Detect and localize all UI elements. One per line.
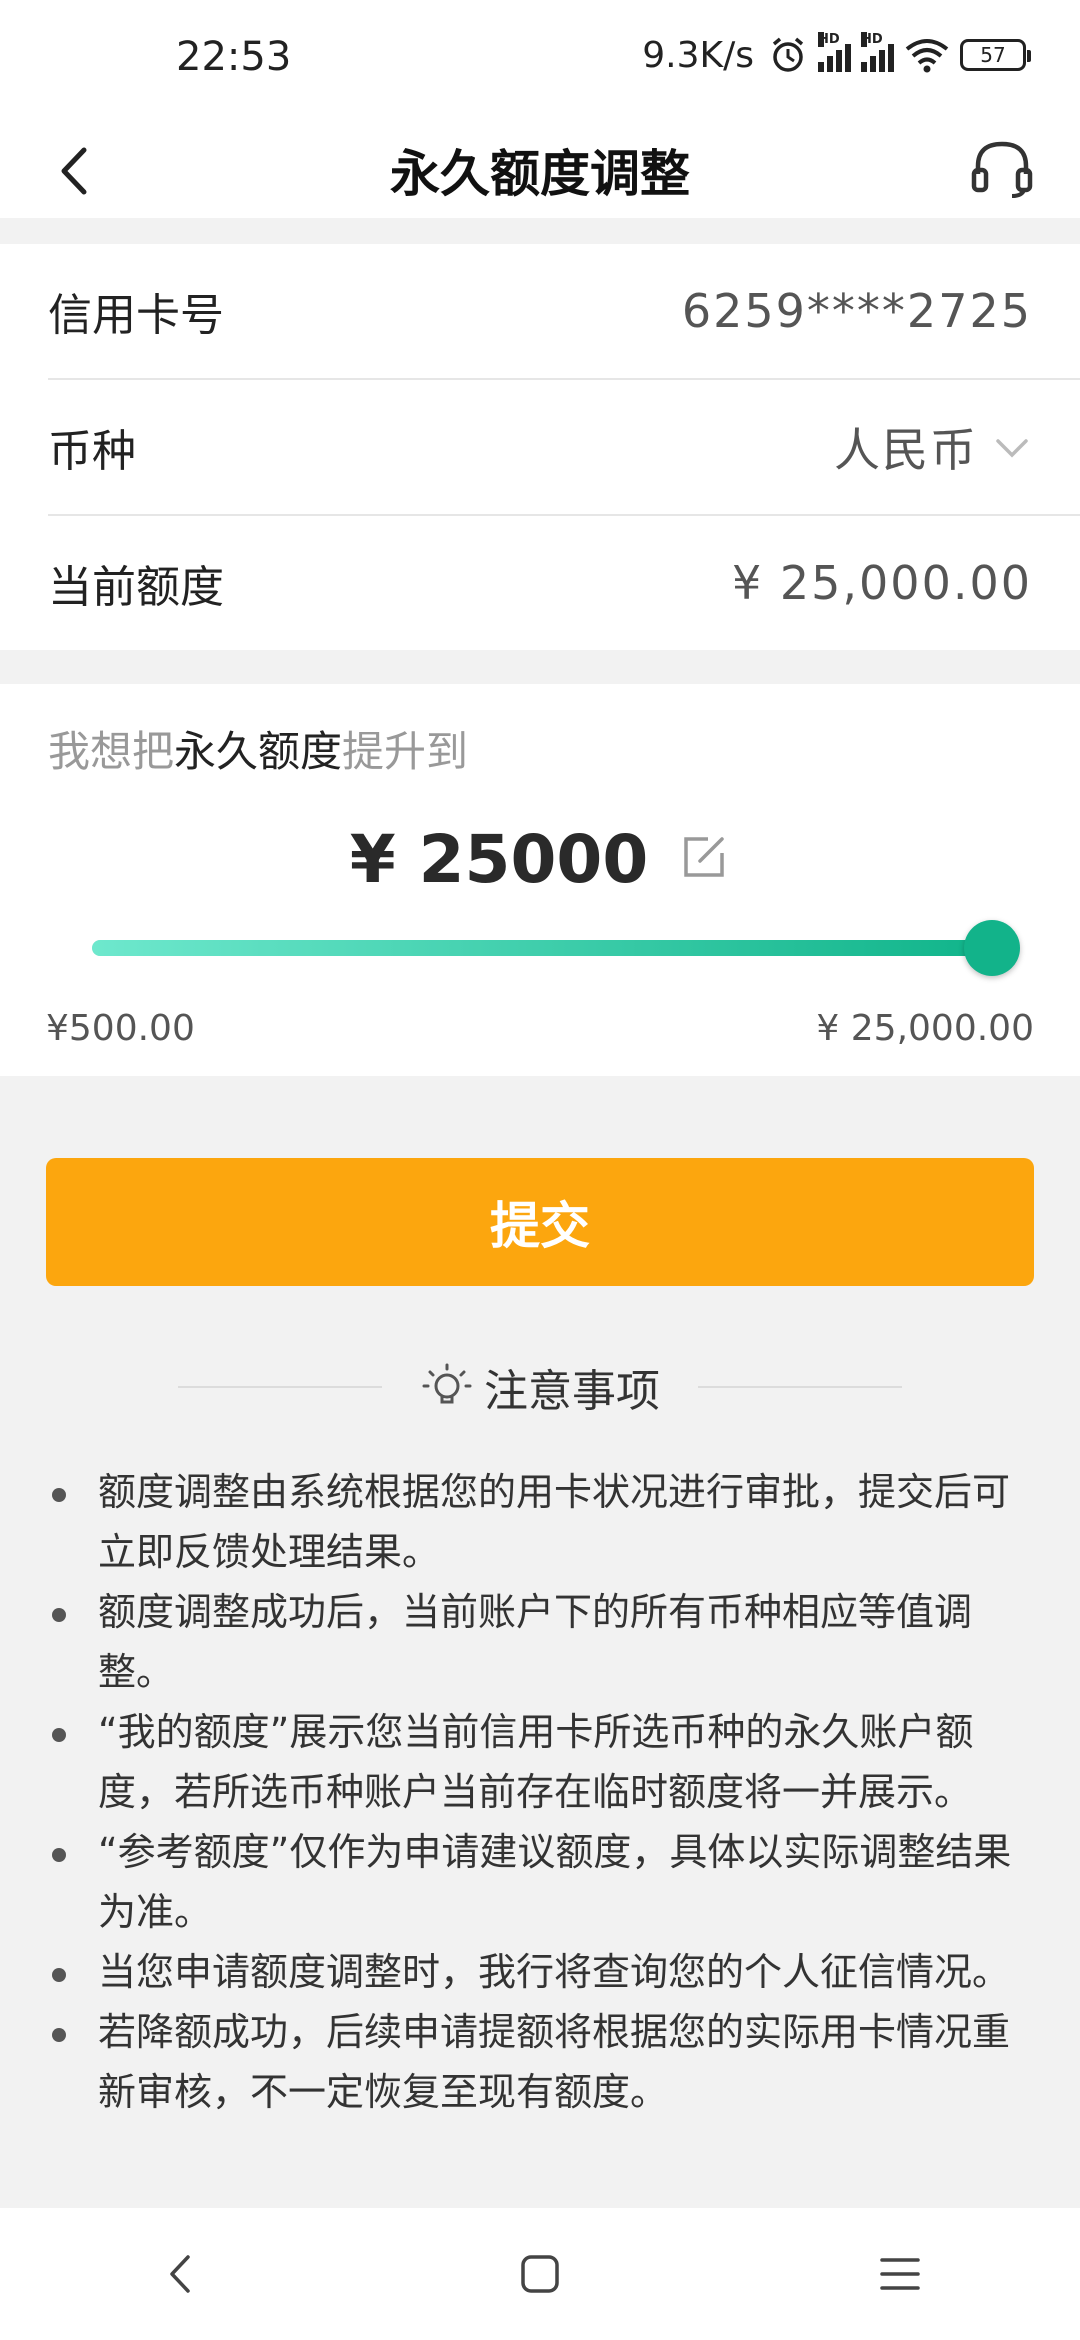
alarm-icon [772, 37, 804, 72]
amount-row: ¥ 25000 [0, 814, 1080, 904]
current-limit-value: ¥ 25,000.00 [732, 556, 1032, 610]
current-limit-row: 当前额度 ¥ 25,000.00 [48, 516, 1080, 650]
card-number-value: 6259****2725 [681, 284, 1032, 338]
nav-back-icon [170, 2255, 190, 2293]
net-speed: 9.3K/s [642, 34, 754, 76]
chevron-down-icon [996, 439, 1028, 458]
notes-item: 若降额成功，后续申请提额将根据您的实际用卡情况重新审核，不一定恢复至现有额度。 [46, 2002, 1036, 2122]
notes-header: 注意事项 [0, 1352, 1080, 1422]
headset-icon [971, 141, 1033, 198]
prompt-suffix: 提升到 [342, 727, 469, 776]
notes-divider-right [698, 1386, 902, 1388]
submit-button[interactable]: 提交 [46, 1158, 1034, 1286]
status-icons: 9.3K/s HD HD 57 [642, 30, 1031, 80]
notes-item: 当您申请额度调整时，我行将查询您的个人征信情况。 [46, 1942, 1036, 2002]
notes-title-wrap: 注意事项 [420, 1355, 660, 1419]
slider-min-label: ¥500.00 [46, 1008, 195, 1049]
customer-service-button[interactable] [964, 130, 1040, 206]
system-nav-bar [0, 2208, 1080, 2340]
battery-level: 57 [980, 43, 1006, 67]
nav-back-button[interactable] [135, 2229, 225, 2319]
signal-1-icon: HD [818, 32, 851, 72]
status-bar: 22:53 9.3K/s HD HD 57 [0, 0, 1080, 118]
notes-divider-left [178, 1386, 382, 1388]
card-info-section: 信用卡号 6259****2725 币种 人民币 当前额度 ¥ 25,000.0… [0, 244, 1080, 650]
nav-menu-icon [880, 2258, 920, 2290]
edit-icon [684, 837, 724, 877]
edit-amount-button[interactable] [678, 831, 730, 887]
amount-slider[interactable] [92, 920, 1020, 976]
hd-label-2: HD [861, 32, 883, 47]
notes-item: “参考额度”仅作为申请建议额度，具体以实际调整结果为准。 [46, 1822, 1036, 1942]
notes-title: 注意事项 [484, 1366, 660, 1417]
limit-adjust-section: 我想把永久额度提升到 ¥ 25000 ¥500.00 ¥ 25,000.00 [0, 684, 1080, 1076]
notes-item: 额度调整成功后，当前账户下的所有币种相应等值调整。 [46, 1582, 1036, 1702]
prompt-prefix: 我想把 [48, 727, 175, 776]
notes-list: 额度调整由系统根据您的用卡状况进行审批，提交后可立即反馈处理结果。 额度调整成功… [46, 1462, 1036, 2122]
slider-thumb[interactable] [964, 920, 1020, 976]
currency-label: 币种 [48, 426, 136, 477]
target-amount: ¥ 25000 [349, 820, 649, 898]
card-number-label: 信用卡号 [48, 290, 224, 341]
currency-row[interactable]: 币种 人民币 [48, 380, 1080, 514]
card-number-row: 信用卡号 6259****2725 [48, 244, 1080, 378]
prompt-emphasis: 永久额度 [174, 727, 343, 776]
lightbulb-icon [422, 1363, 472, 1404]
battery-icon: 57 [960, 39, 1031, 71]
nav-home-button[interactable] [495, 2229, 585, 2319]
signal-2-icon: HD [861, 32, 894, 72]
wifi-icon [905, 39, 949, 73]
currency-select[interactable]: 人民币 [834, 414, 1032, 480]
page-title: 永久额度调整 [390, 145, 690, 203]
notes-item: “我的额度”展示您当前信用卡所选币种的永久账户额度，若所选币种账户当前存在临时额… [46, 1702, 1036, 1822]
notes-item: 额度调整由系统根据您的用卡状况进行审批，提交后可立即反馈处理结果。 [46, 1462, 1036, 1582]
adjust-prompt: 我想把永久额度提升到 [48, 718, 468, 779]
nav-menu-button[interactable] [855, 2229, 945, 2319]
hd-label: HD [818, 32, 840, 47]
status-time: 22:53 [176, 34, 292, 80]
nav-home-icon [521, 2255, 559, 2293]
app-header: 永久额度调整 [0, 118, 1080, 218]
currency-value: 人民币 [834, 423, 978, 477]
current-limit-label: 当前额度 [48, 562, 224, 613]
slider-max-label: ¥ 25,000.00 [816, 1008, 1034, 1049]
slider-fill [92, 940, 992, 956]
